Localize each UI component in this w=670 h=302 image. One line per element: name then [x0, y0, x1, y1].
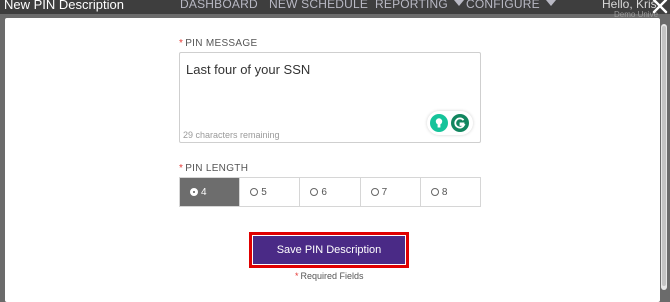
modal-title: New PIN Description	[4, 0, 124, 12]
nav-new-schedule: NEW SCHEDULE	[269, 0, 369, 11]
required-fields-note: * Required Fields	[295, 271, 364, 281]
pin-message-label: * PIN MESSAGE	[179, 38, 258, 49]
characters-remaining: 29 characters remaining	[183, 130, 280, 140]
radio-icon	[250, 188, 259, 196]
radio-selected-icon	[190, 188, 198, 196]
pin-length-radio-group: 4 5 6 7 8	[179, 177, 481, 207]
save-pin-description-button[interactable]: Save PIN Description	[252, 235, 406, 265]
nav-configure: CONFIGURE	[466, 0, 556, 11]
pin-length-option-8[interactable]: 8	[420, 178, 481, 206]
chevron-down-icon	[453, 0, 464, 6]
pin-message-textarea[interactable]: Last four of your SSN 29 characters rema…	[179, 52, 481, 143]
pin-length-option-4[interactable]: 4	[180, 178, 241, 206]
radio-icon	[310, 188, 319, 196]
pin-length-option-7[interactable]: 7	[360, 178, 421, 206]
grammarly-icon[interactable]	[451, 114, 469, 132]
scrollbar-thumb[interactable]	[662, 26, 666, 286]
pin-length-option-6[interactable]: 6	[300, 178, 361, 206]
grammarly-widget[interactable]	[427, 111, 473, 135]
nav-reporting: REPORTING	[375, 0, 464, 11]
pin-length-option-5[interactable]: 5	[240, 178, 301, 206]
close-button[interactable]	[652, 0, 668, 14]
scrollbar[interactable]	[661, 24, 667, 290]
radio-icon	[430, 188, 439, 196]
pin-length-label: * PIN LENGTH	[179, 163, 249, 174]
pin-message-value[interactable]: Last four of your SSN	[186, 62, 310, 77]
required-marker: *	[179, 38, 184, 49]
lightbulb-icon[interactable]	[430, 114, 448, 132]
chevron-down-icon	[545, 0, 556, 6]
required-marker: *	[179, 163, 184, 174]
nav-dashboard: DASHBOARD	[180, 0, 258, 11]
close-icon	[652, 0, 668, 14]
radio-icon	[370, 188, 379, 196]
